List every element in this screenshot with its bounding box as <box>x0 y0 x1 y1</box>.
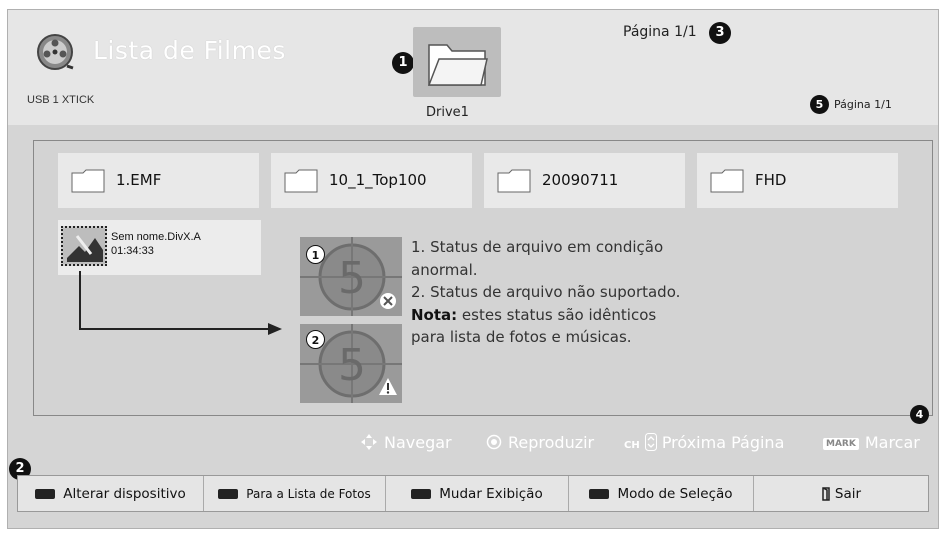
folder-icon <box>71 169 105 193</box>
file-duration: 01:34:33 <box>111 245 154 257</box>
color-key-icon <box>35 488 56 499</box>
folder-icon <box>710 169 744 193</box>
nav-hint-mark: MARK Marcar <box>823 433 920 452</box>
button-label: Sair <box>834 485 862 502</box>
nav-hint-play: Reproduzir <box>486 433 594 452</box>
folder-item[interactable]: 1.EMF <box>58 153 259 208</box>
ch-icon: CH <box>624 440 640 451</box>
channel-updown-icon <box>644 433 657 451</box>
exit-button[interactable]: Sair <box>754 476 928 511</box>
page-indicator-right: Página 1/1 <box>834 98 892 111</box>
photo-list-button[interactable]: Para a Lista de Fotos <box>204 476 386 511</box>
file-list-area: 1.EMF 10_1_Top100 20090711 FHD Sem nome.… <box>33 140 933 424</box>
button-label: Para a Lista de Fotos <box>246 486 371 501</box>
svg-text:5: 5 <box>338 253 366 304</box>
nav-mark-label: Marcar <box>864 433 920 452</box>
device-label: USB 1 XTICK <box>27 94 95 106</box>
drive-button[interactable] <box>413 27 501 97</box>
nav-navigate-label: Navegar <box>384 433 452 452</box>
page-indicator-top: Página 1/1 <box>623 24 697 40</box>
folder-item[interactable]: 10_1_Top100 <box>271 153 472 208</box>
explanation-note: Nota: estes status são idênticos para li… <box>411 304 681 349</box>
status-unsupported-thumbnail: 5 2 <box>300 324 402 403</box>
movie-thumbnail <box>61 226 107 266</box>
color-key-icon <box>589 488 610 499</box>
movie-file-item[interactable]: Sem nome.DivX.A 01:34:33 <box>58 220 261 275</box>
nav-hint-next-page: CH Próxima Página <box>624 433 784 452</box>
header: Lista de Filmes USB 1 XTICK 1 Drive1 Pág… <box>8 10 938 125</box>
status-abnormal-thumbnail: 5 1 <box>300 237 402 316</box>
folder-label: FHD <box>755 171 787 189</box>
ok-button-icon <box>486 434 502 450</box>
status-explanation: 1. Status de arquivo em condição anormal… <box>411 236 681 349</box>
nav-hint-navigate: Navegar <box>360 433 452 452</box>
note-label: Nota: <box>411 305 458 324</box>
folder-icon <box>497 169 531 193</box>
four-way-arrows-icon <box>361 434 377 450</box>
function-button-bar: Alterar dispositivo Para a Lista de Foto… <box>17 475 929 512</box>
button-label: Modo de Seleção <box>617 485 733 502</box>
badge-1: 1 <box>306 245 325 264</box>
movie-list-screen: Lista de Filmes USB 1 XTICK 1 Drive1 Pág… <box>7 9 939 529</box>
change-device-button[interactable]: Alterar dispositivo <box>18 476 204 511</box>
explanation-line-1: 1. Status de arquivo em condição anormal… <box>411 238 664 279</box>
button-label: Mudar Exibição <box>439 485 543 502</box>
color-key-icon <box>411 488 432 499</box>
selection-mode-button[interactable]: Modo de Seleção <box>569 476 754 511</box>
folder-label: 1.EMF <box>116 171 162 189</box>
callout-1: 1 <box>392 52 414 74</box>
folder-item[interactable]: FHD <box>697 153 898 208</box>
callout-3: 3 <box>709 22 731 44</box>
button-label: Alterar dispositivo <box>63 485 186 502</box>
drive-label: Drive1 <box>426 105 469 120</box>
callout-5: 5 <box>810 95 829 114</box>
change-view-button[interactable]: Mudar Exibição <box>386 476 569 511</box>
callout-4: 4 <box>910 405 929 424</box>
nav-next-page-label: Próxima Página <box>661 433 785 452</box>
mark-key-icon: MARK <box>823 437 859 450</box>
color-key-icon <box>218 488 239 499</box>
broken-image-icon <box>63 228 105 264</box>
film-reel-icon <box>37 34 74 70</box>
folder-open-icon <box>427 44 488 86</box>
folder-item[interactable]: 20090711 <box>484 153 685 208</box>
nav-play-label: Reproduzir <box>508 433 595 452</box>
explanation-line-2: 2. Status de arquivo não suportado. <box>411 283 681 301</box>
navigation-hints: Navegar Reproduzir CH Próxima Página MAR… <box>8 433 938 459</box>
page-title: Lista de Filmes <box>93 36 286 65</box>
folder-icon <box>284 169 318 193</box>
folder-label: 10_1_Top100 <box>329 171 427 189</box>
pointer-arrow <box>79 271 282 335</box>
badge-2: 2 <box>306 330 325 349</box>
exit-icon <box>822 486 830 501</box>
folder-label: 20090711 <box>542 171 619 189</box>
svg-text:5: 5 <box>338 340 366 391</box>
file-name: Sem nome.DivX.A <box>111 231 201 243</box>
